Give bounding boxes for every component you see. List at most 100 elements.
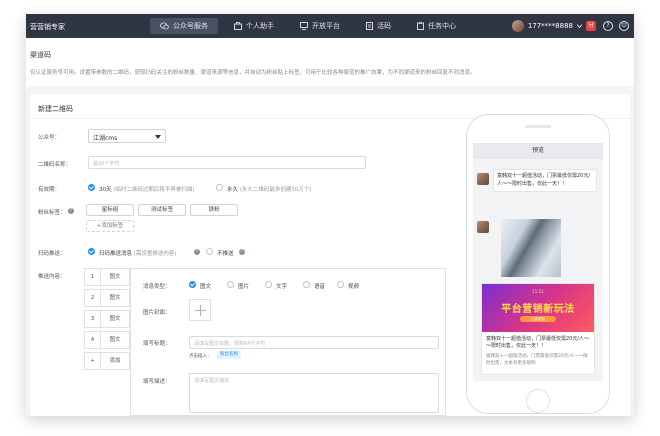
- banner-cta: 立即参加: [520, 316, 556, 322]
- message-item-4[interactable]: 4 图文: [84, 331, 130, 349]
- nav-item-task-center[interactable]: 任务中心: [407, 14, 466, 38]
- tag-button-fans[interactable]: 铁粉: [190, 204, 238, 216]
- option-note: (永久二维码最多创建10万个): [239, 186, 312, 193]
- add-label: 添加: [109, 358, 121, 364]
- help-icon[interactable]: ?: [603, 21, 613, 31]
- preview-title: 预览: [473, 143, 603, 159]
- message-index: 1: [85, 269, 101, 285]
- add-message-button[interactable]: + 添加: [84, 352, 130, 370]
- msg-type-text[interactable]: 文字: [276, 282, 287, 290]
- phone-home-button: [526, 389, 550, 413]
- msg-type-radio-image[interactable]: [227, 281, 234, 288]
- msg-type-radio-text[interactable]: [265, 281, 272, 288]
- push-option-enabled[interactable]: 扫码推送消息 (需设置推送内容): [99, 249, 177, 257]
- avatar: [477, 173, 489, 185]
- validity-option-30days[interactable]: 30天 (临时二维码过期后将不再被扫描): [99, 185, 195, 193]
- validity-radio-permanent[interactable]: [216, 184, 223, 191]
- validity-option-permanent[interactable]: 永久 (永久二维码最多创建10万个): [227, 185, 312, 193]
- validity-label: 有效期：: [38, 187, 61, 193]
- msg-type-news[interactable]: 图文: [200, 282, 211, 290]
- power-icon[interactable]: ⏻: [619, 21, 629, 31]
- news-banner: 11.11 平台营销新玩法 立即参加: [482, 284, 594, 332]
- banner-title: 平台营销新玩法: [501, 304, 575, 315]
- qrcode-name-placeholder: 最20个字符: [93, 161, 120, 167]
- page-description: 仅认证服务号可用。设置带参数的二维码，获取扫码关注的粉丝数量、渠道来源等信息，并…: [30, 70, 476, 76]
- message-item-1[interactable]: 1 图文: [84, 268, 130, 286]
- brand-logo: 营营销专家: [30, 23, 65, 31]
- user-area: 177****8888 分 ? ⏻: [511, 14, 632, 38]
- nav-label: 公众号服务: [173, 22, 208, 30]
- nav-item-open-platform[interactable]: 开放平台: [290, 14, 350, 38]
- nav-label: 任务中心: [428, 22, 456, 30]
- option-label: 不推送: [217, 250, 234, 257]
- nav-item-live-code[interactable]: 活码: [356, 14, 401, 38]
- qrcode-name-label: 二维码名称：: [38, 162, 72, 168]
- push-option-disabled[interactable]: 不推送: [217, 249, 234, 257]
- push-radio-disabled[interactable]: [206, 248, 213, 255]
- cover-label: 图片封面：: [143, 310, 171, 316]
- phone-speaker: [525, 125, 551, 128]
- preview-screen: 预览 富韩双十一超值活动，门票最低仅需20元/人～～限时出售，仅此一天！！ 11…: [473, 143, 603, 381]
- description-textarea[interactable]: 请填写图文描述: [189, 373, 439, 413]
- title-label: 填写标题：: [143, 341, 171, 347]
- message-index: 4: [85, 332, 101, 348]
- cover-upload-button[interactable]: [189, 299, 211, 321]
- title-placeholder: 请填写图文标题，限制64个字符: [194, 341, 266, 347]
- insert-label: 点击插入：: [189, 354, 212, 359]
- preview-news-card: 11.11 平台营销新玩法 立即参加 富韩双十一超值活动，门票最低仅需20元/人…: [481, 283, 595, 375]
- document-icon: [366, 22, 373, 30]
- clipboard-icon: [417, 22, 424, 30]
- description-placeholder: 请填写图文描述: [194, 378, 230, 384]
- page-title: 渠道码: [30, 51, 51, 59]
- option-label: 扫码推送消息: [99, 250, 133, 257]
- top-navbar: 营营销专家 公众号服务 个人助手 开放平台 活码 任务中心 177****888…: [26, 14, 634, 38]
- message-editor: 消息类型： 图文 图片 文字 语音 视频 图片封面： 填写标题： 请填写图文标题…: [130, 268, 446, 416]
- msg-type-voice[interactable]: 语音: [314, 282, 325, 290]
- account-label: 公众号：: [38, 135, 61, 141]
- caret-down-icon: [155, 135, 161, 139]
- briefcase-icon: [234, 22, 242, 30]
- preview-text-bubble: 富韩双十一超值活动，门票最低仅需20元/人～～限时出售，仅此一天！！: [493, 169, 597, 192]
- add-tag-button[interactable]: +添加标签: [86, 220, 134, 232]
- desc-label: 填写描述：: [143, 379, 171, 385]
- monitor-icon: [300, 22, 308, 30]
- app-window: 营营销专家 公众号服务 个人助手 开放平台 活码 任务中心 177****888…: [26, 14, 634, 416]
- insert-fan-name-chip[interactable]: 粉丝名称: [217, 351, 241, 359]
- intro-section: 渠道码 仅认证服务号可用。设置带参数的二维码，获取扫码关注的粉丝数量、渠道来源等…: [26, 38, 634, 86]
- help-icon[interactable]: ?: [68, 208, 74, 214]
- option-note: (需设置推送内容): [133, 250, 177, 257]
- help-icon[interactable]: ?: [194, 249, 200, 255]
- message-type: 图文: [109, 274, 121, 280]
- tag-button-star[interactable]: 星标组: [86, 204, 134, 216]
- chevron-down-icon[interactable]: [577, 24, 582, 28]
- option-label: 30天: [99, 186, 112, 193]
- avatar[interactable]: [511, 20, 524, 32]
- option-note: (临时二维码过期后将不再被扫描): [113, 186, 195, 193]
- message-item-2[interactable]: 2 图文: [84, 289, 130, 307]
- msg-type-radio-voice[interactable]: [303, 281, 310, 288]
- qrcode-name-input[interactable]: 最20个字符: [88, 156, 366, 169]
- msg-type-radio-video[interactable]: [337, 281, 344, 288]
- msg-type-video[interactable]: 视频: [348, 282, 359, 290]
- nav-label: 开放平台: [312, 22, 340, 30]
- nav-item-official-account[interactable]: 公众号服务: [150, 18, 218, 34]
- create-qrcode-panel: 新建二维码 公众号： 江湖cms 二维码名称： 最20个字符 有效期： 30天 …: [30, 94, 630, 416]
- msg-type-radio-news[interactable]: [189, 281, 196, 288]
- msg-type-image[interactable]: 图片: [238, 282, 249, 290]
- avatar: [477, 221, 489, 233]
- message-item-3[interactable]: 3 图文: [84, 310, 130, 328]
- preview-image: [501, 219, 561, 277]
- option-label: 永久: [227, 186, 239, 193]
- message-list: 1 图文 2 图文 3 图文 4 图文 + 添加: [84, 266, 130, 416]
- points-badge[interactable]: 分: [586, 21, 596, 31]
- title-input[interactable]: 请填写图文标题，限制64个字符: [189, 336, 439, 349]
- validity-radio-30days[interactable]: [88, 184, 95, 191]
- phone-preview: 预览 富韩双十一超值活动，门票最低仅需20元/人～～限时出售，仅此一天！！ 11…: [466, 114, 610, 414]
- tag-button-test[interactable]: 测试标签: [138, 204, 186, 216]
- main-nav: 公众号服务 个人助手 开放平台 活码 任务中心: [150, 14, 472, 38]
- account-select[interactable]: 江湖cms: [88, 129, 166, 143]
- help-icon[interactable]: ?: [239, 249, 245, 255]
- user-phone[interactable]: 177****8888: [528, 22, 573, 30]
- nav-item-assistant[interactable]: 个人助手: [224, 14, 284, 38]
- push-radio-enabled[interactable]: [88, 248, 95, 255]
